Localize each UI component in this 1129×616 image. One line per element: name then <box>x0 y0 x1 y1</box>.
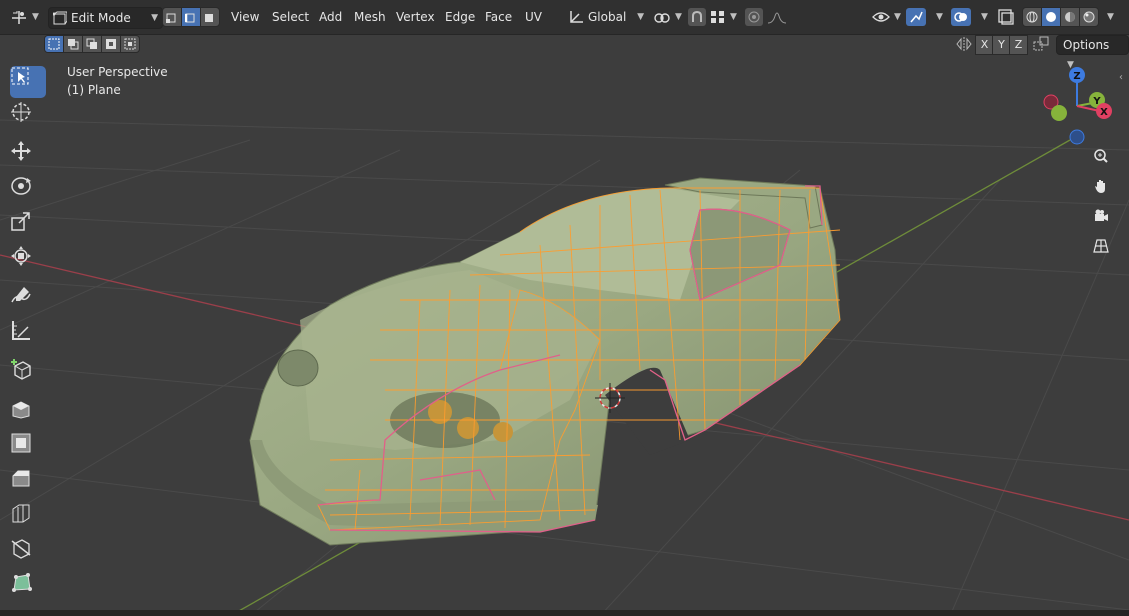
chevron-down-icon: ▼ <box>1107 12 1114 22</box>
editor-type-icon <box>12 11 26 24</box>
camera-view-icon[interactable] <box>1093 208 1117 232</box>
view-name-label: User Perspective <box>67 65 168 79</box>
proportional-group <box>745 7 787 27</box>
subtract-selection-icon[interactable] <box>83 36 102 52</box>
face-select-icon[interactable] <box>201 8 219 26</box>
transform-orientation-dropdown[interactable]: Global ▼ <box>568 7 644 27</box>
pivot-point-dropdown[interactable]: ▼ <box>653 7 682 27</box>
inset-icon[interactable] <box>10 432 46 464</box>
material-shading-icon[interactable] <box>1061 8 1080 26</box>
annotate-icon[interactable] <box>10 284 46 316</box>
status-bar <box>0 610 1129 616</box>
visibility-dropdown[interactable]: ▼ <box>872 7 901 27</box>
mode-label: Edit Mode <box>71 11 131 25</box>
orientation-icon <box>570 11 583 23</box>
zoom-icon[interactable] <box>1093 148 1117 172</box>
intersect-selection-icon[interactable] <box>121 36 139 52</box>
edge-select-icon[interactable] <box>182 8 201 26</box>
auto-merge-icon[interactable] <box>1033 36 1049 58</box>
menu-uv[interactable]: UV <box>518 7 549 27</box>
menu-add[interactable]: Add <box>312 7 349 27</box>
chevron-down-icon: ▼ <box>1067 60 1074 70</box>
scale-icon[interactable] <box>10 210 46 242</box>
pan-hand-icon[interactable] <box>1093 178 1117 202</box>
rotate-icon[interactable] <box>10 175 46 207</box>
viewport-header: ▼ Edit Mode ▼ View Select Add Mesh Verte… <box>0 0 1129 35</box>
gizmo-x-label: X <box>1100 107 1108 118</box>
snap-target-icon[interactable] <box>710 10 726 24</box>
vertex-select-icon[interactable] <box>163 8 182 26</box>
set-selection-icon[interactable] <box>45 36 64 52</box>
rendered-shading-icon[interactable] <box>1080 8 1098 26</box>
object-name-label: (1) Plane <box>67 83 121 97</box>
eye-icon <box>872 12 890 22</box>
chevron-down-icon: ▼ <box>936 12 943 22</box>
menu-edge[interactable]: Edge <box>438 7 482 27</box>
loop-cut-icon[interactable] <box>10 502 46 534</box>
pivot-icon <box>654 13 670 23</box>
snap-toggle-icon[interactable] <box>688 8 706 26</box>
measure-icon[interactable] <box>10 319 46 351</box>
proportional-edit-icon[interactable] <box>745 8 763 26</box>
blender-window: User Perspective (1) Plane Z Y X ▼ Edit … <box>0 0 1129 616</box>
3d-viewport[interactable]: User Perspective (1) Plane Z Y X <box>0 34 1129 616</box>
sidebar-expand-icon[interactable]: ‹ <box>1119 72 1123 83</box>
editor-type-button[interactable]: ▼ <box>10 7 39 27</box>
select-mode-group <box>162 7 220 27</box>
cursor-icon[interactable] <box>10 101 46 133</box>
move-icon[interactable] <box>10 140 46 172</box>
options-dropdown[interactable]: Options ▼ <box>1056 35 1129 70</box>
invert-selection-icon[interactable] <box>102 36 121 52</box>
chevron-down-icon: ▼ <box>730 12 737 22</box>
transform-orientation-label: Global <box>588 10 627 24</box>
edit-mode-icon <box>53 11 67 25</box>
solid-shading-icon[interactable] <box>1042 8 1061 26</box>
transform-icon[interactable] <box>10 245 46 277</box>
chevron-down-icon: ▼ <box>894 12 901 22</box>
poly-build-icon[interactable] <box>10 572 46 604</box>
perspective-toggle-icon[interactable] <box>1093 238 1117 262</box>
menu-select[interactable]: Select <box>265 7 316 27</box>
mirror-z-toggle[interactable]: Z <box>1009 35 1028 55</box>
shading-group: ▼ <box>1022 7 1114 27</box>
add-cube-icon[interactable] <box>10 358 46 390</box>
falloff-icon[interactable] <box>767 10 787 24</box>
viewport-scene <box>0 119 1129 616</box>
gizmo-toggle-icon[interactable] <box>906 8 926 26</box>
gizmo-z-label: Z <box>1073 71 1080 82</box>
menu-vertex[interactable]: Vertex <box>389 7 442 27</box>
menu-view[interactable]: View <box>224 7 266 27</box>
extrude-icon[interactable] <box>10 397 46 429</box>
gizmo-dropdown[interactable]: ▼ <box>906 7 943 27</box>
mirror-icon[interactable] <box>955 36 973 58</box>
bevel-icon[interactable] <box>10 467 46 499</box>
extend-selection-icon[interactable] <box>64 36 83 52</box>
chevron-down-icon: ▼ <box>151 13 158 23</box>
chevron-down-icon: ▼ <box>981 12 988 22</box>
knife-icon[interactable] <box>10 537 46 569</box>
chevron-down-icon: ▼ <box>675 12 682 22</box>
options-label: Options <box>1063 38 1110 52</box>
overlay-dropdown[interactable]: ▼ <box>951 7 988 27</box>
xray-toggle[interactable] <box>998 7 1014 27</box>
menu-face[interactable]: Face <box>478 7 519 27</box>
xray-icon <box>998 9 1014 25</box>
menu-mesh[interactable]: Mesh <box>347 7 393 27</box>
chevron-down-icon: ▼ <box>637 12 644 22</box>
select-box-icon[interactable] <box>10 66 46 98</box>
selection-modes <box>44 35 140 57</box>
wireframe-shading-icon[interactable] <box>1023 8 1042 26</box>
overlays-toggle-icon[interactable] <box>951 8 971 26</box>
mode-dropdown[interactable]: Edit Mode ▼ <box>48 7 163 29</box>
snap-group: ▼ <box>688 7 737 27</box>
chevron-down-icon: ▼ <box>32 12 39 22</box>
